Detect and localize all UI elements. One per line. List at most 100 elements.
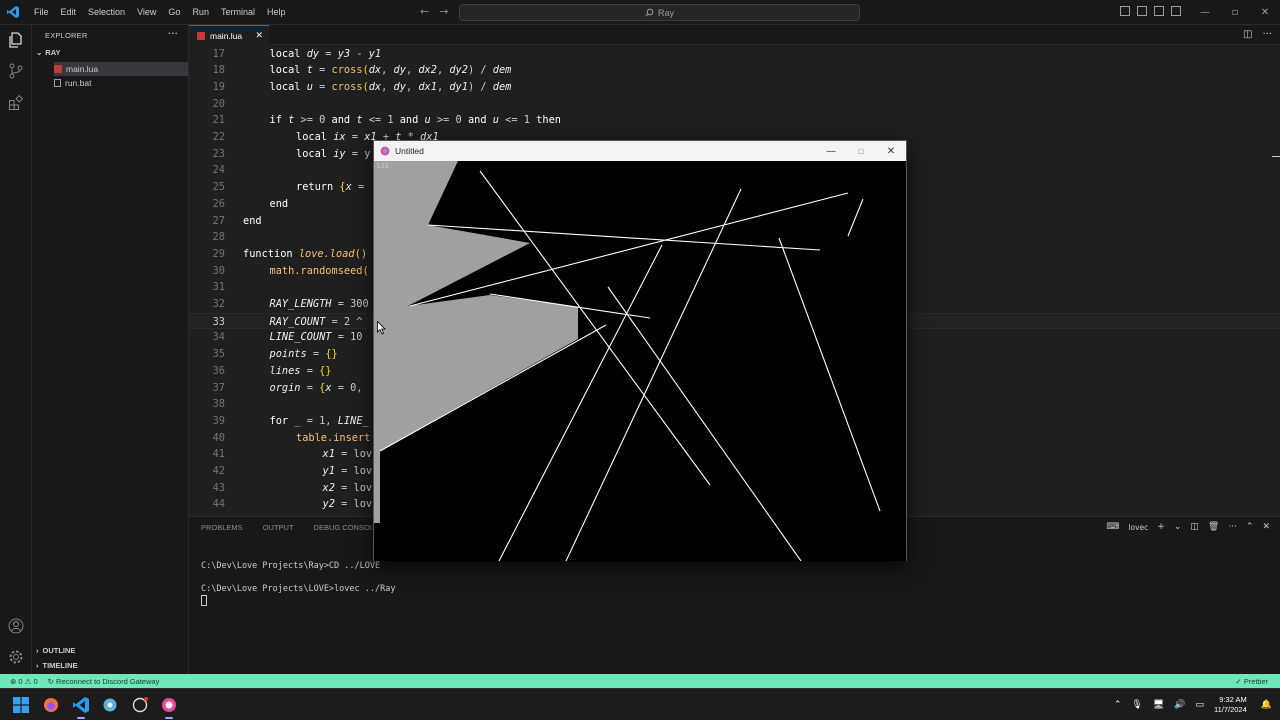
close-panel-icon[interactable]: ✕ (1262, 522, 1270, 532)
code-line[interactable]: 20 (189, 96, 1280, 113)
battery-icon[interactable]: ▭ (1195, 700, 1204, 710)
menu-help[interactable]: Help (261, 0, 292, 25)
menu-terminal[interactable]: Terminal (215, 0, 261, 25)
forward-arrow-icon[interactable]: → (439, 5, 448, 18)
warning-count: 0 (33, 676, 38, 686)
editor-actions: ◫ ··· (1243, 29, 1272, 40)
menu-edit[interactable]: Edit (55, 0, 83, 25)
light-region (374, 161, 578, 523)
firefox-icon[interactable] (42, 696, 60, 714)
line-number: 42 (212, 465, 225, 477)
close-icon[interactable]: ✕ (1250, 0, 1280, 25)
more-actions-icon[interactable]: ··· (1262, 29, 1272, 40)
minimize-icon[interactable]: — (1190, 0, 1220, 25)
active-app-indicator (77, 717, 85, 719)
extensions-icon[interactable] (6, 93, 26, 113)
windows-taskbar: ⌃ 🎙 🖥 🔊 ▭ 9:32 AM 11/7/2024 🔔 (0, 688, 1280, 720)
code-text: RAY_COUNT = 2 ^ (269, 315, 363, 328)
menu-file[interactable]: File (28, 0, 55, 25)
code-line[interactable]: 17 local dy = y3 - y1 (189, 46, 1280, 63)
command-center-search[interactable]: Ray (459, 4, 860, 21)
line-number: 30 (212, 264, 225, 277)
customize-layout-icon[interactable] (1171, 6, 1181, 16)
love2d-icon[interactable] (160, 696, 178, 714)
toggle-sidebar-icon[interactable] (1120, 6, 1130, 16)
problems-status[interactable]: ⊗ 0 ⚠ 0 (10, 677, 38, 686)
settings-gear-icon[interactable] (6, 647, 26, 667)
trash-icon[interactable]: 🗑 (1208, 522, 1219, 532)
split-editor-icon[interactable]: ◫ (1243, 29, 1252, 40)
file-main-lua[interactable]: main.lua (54, 62, 188, 76)
more-actions-icon[interactable]: ··· (1228, 522, 1237, 532)
vscode-icon[interactable] (72, 696, 90, 714)
tab-main-lua[interactable]: main.lua ✕ (189, 25, 269, 45)
maximize-icon[interactable]: ▫ (846, 141, 876, 161)
code-text: for _ = 1, LINE_ (269, 414, 369, 427)
system-tray: ⌃ 🎙 🖥 🔊 ▭ 9:32 AM 11/7/2024 🔔 (1114, 689, 1280, 720)
explorer-sidebar: EXPLORER ··· ⌄ RAY main.lua run.bat › OU… (32, 25, 189, 674)
network-icon[interactable]: 🖥 (1153, 700, 1164, 710)
source-control-icon[interactable] (6, 61, 26, 81)
search-text: Ray (657, 7, 674, 18)
prettier-label: Prettier (1243, 676, 1268, 686)
outline-section[interactable]: › OUTLINE (36, 646, 75, 655)
maximize-panel-icon[interactable]: ⌃ (1246, 522, 1254, 532)
obs-icon[interactable] (131, 696, 149, 714)
notification-bell-icon[interactable]: 🔔 (1261, 700, 1272, 710)
timeline-section[interactable]: › TIMELINE (36, 661, 78, 670)
toggle-panel-icon[interactable] (1137, 6, 1147, 16)
windows-start-icon[interactable] (12, 696, 30, 714)
minimize-icon[interactable]: — (816, 141, 846, 161)
fps-counter: 133 (376, 162, 389, 170)
account-icon[interactable] (6, 616, 26, 636)
back-arrow-icon[interactable]: ← (420, 5, 429, 18)
code-line[interactable]: 19 local u = cross(dx, dy, dx1, dy1) / de… (189, 79, 1280, 96)
toggle-secondary-sidebar-icon[interactable] (1154, 6, 1164, 16)
menu-go[interactable]: Go (162, 0, 186, 25)
prettier-status[interactable]: ✓ Prettier (1235, 677, 1268, 686)
code-line[interactable]: 21 if t >= 0 and t <= 1 and u >= 0 and u … (189, 112, 1280, 129)
wall-line (607, 286, 802, 562)
microphone-icon[interactable]: 🎙 (1131, 700, 1142, 710)
code-text: RAY_LENGTH = 300 (269, 298, 369, 310)
love2d-title-bar[interactable]: Untitled — ▫ ✕ (374, 141, 906, 161)
maximize-icon[interactable]: ▫ (1220, 0, 1250, 25)
close-icon[interactable]: ✕ (876, 141, 906, 161)
code-line[interactable]: 18 local t = cross(dx, dy, dx2, dy2) / de… (189, 62, 1280, 79)
navigation-arrows: ← → (420, 5, 448, 18)
line-number: 18 (212, 64, 225, 77)
line-number: 32 (212, 298, 225, 310)
discord-status[interactable]: ↻ Reconnect to Discord Gateway (48, 677, 160, 686)
explorer-icon[interactable] (6, 30, 26, 50)
file-label: main.lua (66, 64, 99, 74)
chevron-up-icon[interactable]: ⌃ (1114, 700, 1122, 710)
folder-ray[interactable]: ⌄ RAY (36, 48, 60, 57)
chevron-down-icon[interactable]: ⌄ (1174, 522, 1182, 532)
error-count: 0 (18, 676, 23, 686)
terminal-name[interactable]: lovec (1128, 523, 1148, 532)
love2d-window-title: Untitled (395, 146, 424, 156)
tab-output[interactable]: OUTPUT (263, 523, 294, 532)
volume-icon[interactable]: 🔊 (1174, 700, 1185, 710)
menu-view[interactable]: View (131, 0, 162, 25)
explorer-title: EXPLORER (45, 31, 88, 40)
love2d-canvas[interactable]: 133 (374, 161, 906, 562)
menu-run[interactable]: Run (186, 0, 215, 25)
network-app-icon[interactable] (101, 696, 119, 714)
clock-time: 9:32 AM (1219, 695, 1247, 704)
tab-debug-console[interactable]: DEBUG CONSOLE (314, 523, 379, 532)
code-text: table.insert (296, 431, 371, 444)
more-actions-icon[interactable]: ··· (168, 27, 179, 40)
line-number: 21 (212, 114, 225, 127)
menu-selection[interactable]: Selection (82, 0, 131, 25)
new-terminal-icon[interactable]: + (1157, 522, 1165, 532)
title-bar: File Edit Selection View Go Run Terminal… (0, 0, 1280, 25)
terminal-line: C:\Dev\Love Projects\Ray>CD ../LOVE (201, 561, 381, 571)
line-number: 24 (212, 164, 225, 177)
close-tab-icon[interactable]: ✕ (255, 30, 263, 41)
tab-problems[interactable]: PROBLEMS (201, 523, 243, 532)
clock[interactable]: 9:32 AM 11/7/2024 (1214, 695, 1247, 715)
love2d-window[interactable]: Untitled — ▫ ✕ 133 (373, 140, 907, 562)
file-run-bat[interactable]: run.bat (54, 76, 188, 90)
split-terminal-icon[interactable]: ◫ (1190, 522, 1199, 532)
